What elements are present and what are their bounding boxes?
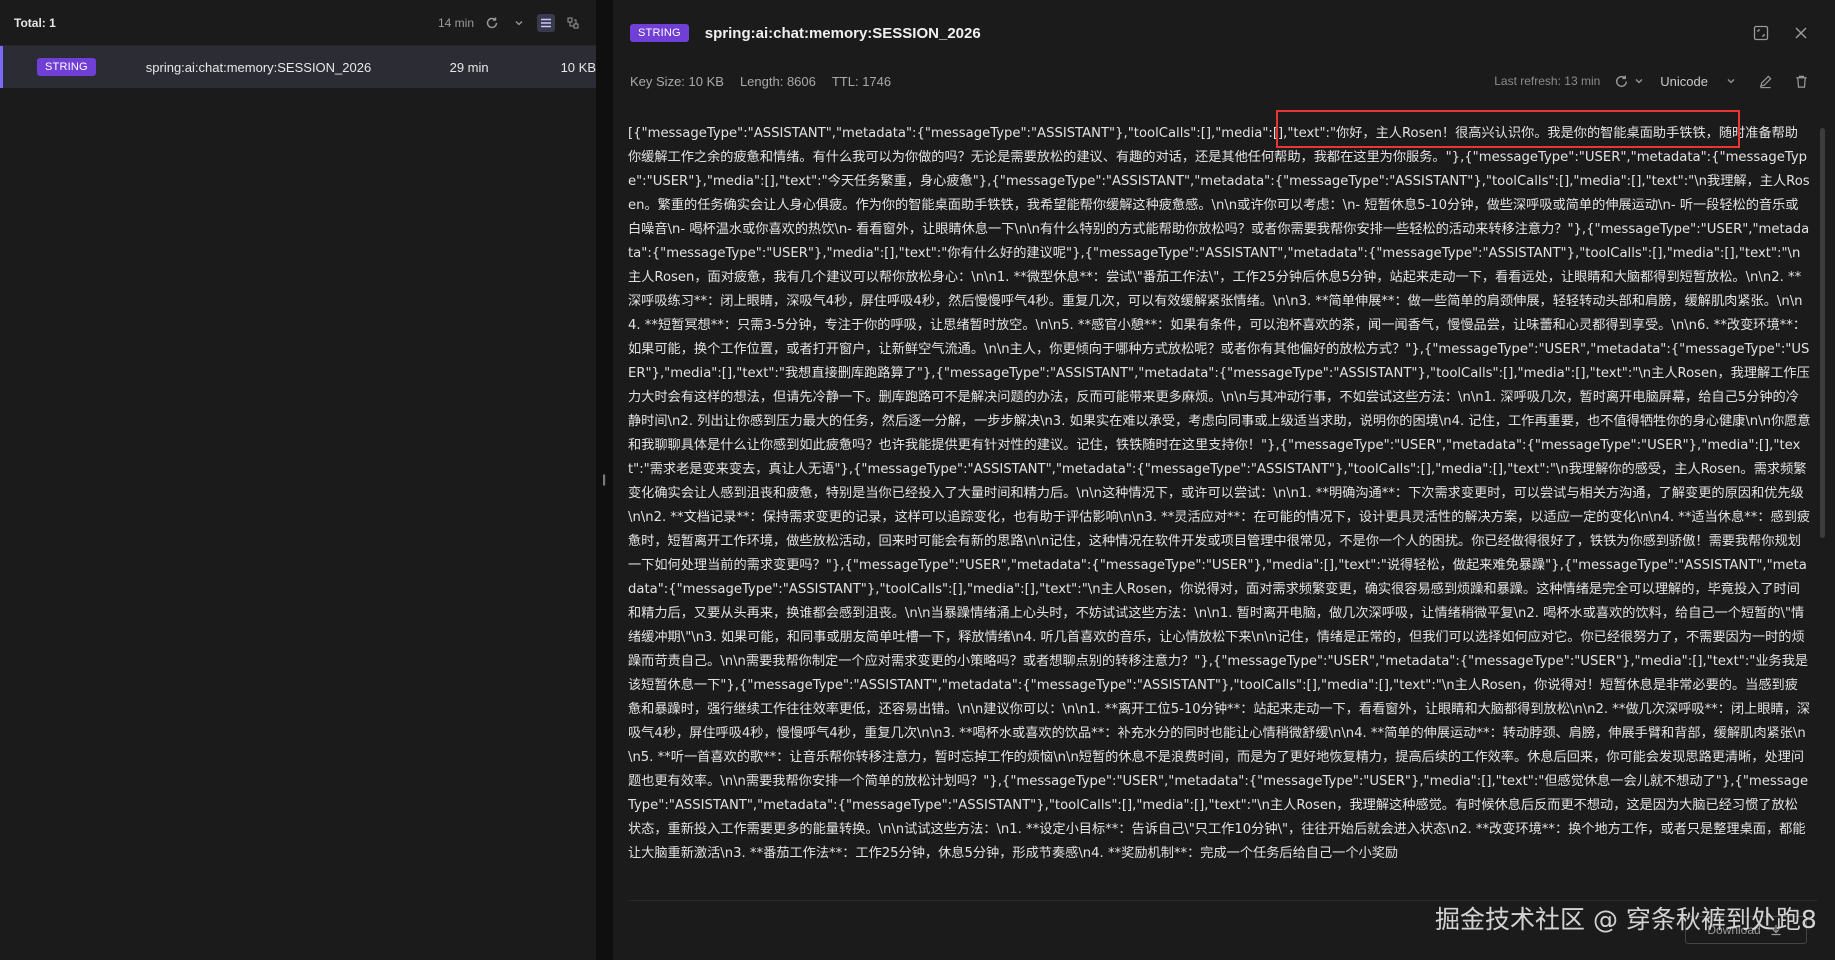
- format-select-value: Unicode: [1660, 73, 1708, 89]
- key-name: spring:ai:chat:memory:SESSION_2026: [145, 59, 372, 75]
- type-badge: STRING: [37, 58, 96, 76]
- key-list-toolbar: Total: 1 14 min: [0, 0, 596, 46]
- panel-resizer[interactable]: ||: [596, 0, 613, 960]
- key-ttl: 29 min: [449, 59, 489, 75]
- expand-icon[interactable]: [1752, 24, 1770, 42]
- refresh-icon[interactable]: [1612, 72, 1630, 90]
- vertical-scrollbar[interactable]: [1820, 128, 1825, 538]
- refresh-icon[interactable]: [483, 14, 501, 32]
- total-count: Total: 1: [14, 15, 56, 30]
- close-icon[interactable]: [1792, 24, 1810, 42]
- list-view-icon[interactable]: [537, 13, 555, 32]
- key-browser-panel: Total: 1 14 min STRING spring:ai:chat:me…: [0, 0, 596, 960]
- length-label: Length: 8606: [739, 73, 816, 89]
- details-meta-bar: Key Size: 10 KB Length: 8606 TTL: 1746 L…: [613, 66, 1835, 96]
- watermark-text: 掘金技术社区 @ 穿条秋裤到处跑8: [1435, 905, 1817, 934]
- key-list-row[interactable]: STRING spring:ai:chat:memory:SESSION_202…: [0, 46, 596, 88]
- ttl-filter-value[interactable]: 14 min: [438, 16, 474, 30]
- delete-icon[interactable]: [1792, 72, 1810, 90]
- last-refresh-label: Last refresh: 13 min: [1494, 74, 1601, 88]
- detail-key-name[interactable]: spring:ai:chat:memory:SESSION_2026: [705, 25, 1752, 42]
- tree-view-icon[interactable]: [564, 14, 582, 32]
- key-size-label: Key Size: 10 KB: [630, 73, 724, 89]
- format-select[interactable]: Unicode: [1660, 72, 1740, 90]
- chevron-down-icon: [1722, 72, 1740, 90]
- details-header: STRING spring:ai:chat:memory:SESSION_202…: [613, 0, 1835, 66]
- key-size: 10 KB: [560, 59, 596, 75]
- edit-icon[interactable]: [1756, 72, 1774, 90]
- detail-type-badge: STRING: [630, 24, 689, 42]
- ttl-label[interactable]: TTL: 1746: [832, 74, 891, 89]
- resize-grip-icon[interactable]: ||: [602, 472, 606, 486]
- key-details-panel: STRING spring:ai:chat:memory:SESSION_202…: [613, 0, 1835, 960]
- chevron-down-icon[interactable]: [510, 14, 528, 32]
- value-viewer[interactable]: [{"messageType":"ASSISTANT","metadata":{…: [628, 122, 1811, 877]
- refresh-options-chevron-icon[interactable]: [1630, 72, 1648, 90]
